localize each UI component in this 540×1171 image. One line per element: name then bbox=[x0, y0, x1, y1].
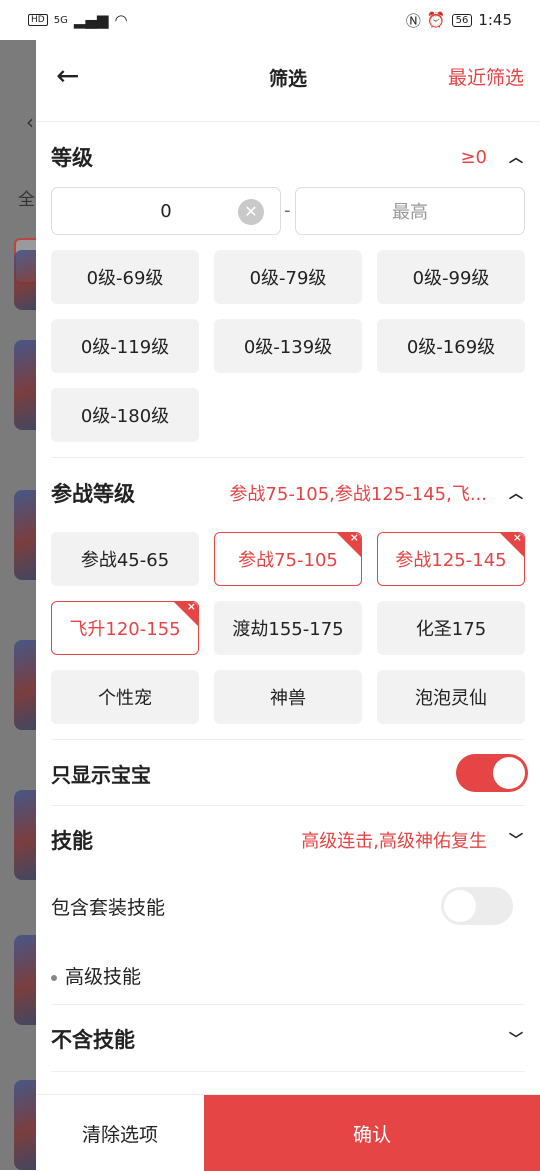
background-thumbnail bbox=[14, 340, 36, 430]
battle-level-chip[interactable]: 个性宠 bbox=[51, 670, 199, 724]
background-back-icon: ‹ bbox=[26, 110, 34, 134]
battle-level-title: 参战等级 bbox=[51, 482, 135, 506]
level-chip[interactable]: 0级-69级 bbox=[51, 250, 199, 304]
battle-level-chip[interactable]: 神兽 bbox=[214, 670, 362, 724]
bullet-icon bbox=[51, 974, 57, 981]
level-chip[interactable]: 0级-169级 bbox=[377, 319, 525, 373]
confirm-button[interactable]: 确认 bbox=[204, 1095, 540, 1171]
toggle-knob bbox=[493, 757, 525, 789]
divider bbox=[51, 739, 525, 740]
chip-label: 参战45-65 bbox=[80, 550, 170, 571]
remove-icon: × bbox=[186, 600, 196, 613]
signal-icon: ▂▄▆ bbox=[73, 11, 109, 29]
chevron-down-icon: ﹀ bbox=[509, 1032, 523, 1048]
range-separator: - bbox=[284, 200, 291, 221]
battle-level-chip[interactable]: 泡泡灵仙 bbox=[377, 670, 525, 724]
level-chip[interactable]: 0级-79级 bbox=[214, 250, 362, 304]
background-thumbnail bbox=[14, 1080, 36, 1170]
level-chip[interactable]: 0级-99级 bbox=[377, 250, 525, 304]
battle-level-section-header[interactable]: 参战等级 参战75-105,参战125-145,飞... ︿ bbox=[51, 476, 525, 510]
clear-options-button[interactable]: 清除选项 bbox=[36, 1095, 204, 1171]
advanced-skills-item[interactable]: 高级技能 bbox=[51, 962, 141, 989]
battle-level-chip-selected[interactable]: 参战75-105 × bbox=[214, 531, 362, 586]
alarm-icon: ⏰ bbox=[426, 11, 446, 29]
divider bbox=[51, 1071, 525, 1072]
battle-level-value: 参战75-105,参战125-145,飞... bbox=[229, 484, 487, 505]
clock: 1:45 bbox=[478, 11, 512, 29]
battle-level-chip-selected[interactable]: 飞升120-155 × bbox=[51, 600, 199, 655]
network-type: 5G bbox=[53, 14, 68, 26]
chip-label: 参战75-105 bbox=[238, 550, 338, 571]
wifi-icon: ◠ bbox=[114, 11, 128, 29]
background-thumbnail bbox=[14, 935, 36, 1025]
baby-only-toggle[interactable] bbox=[456, 754, 528, 792]
remove-icon: × bbox=[512, 531, 522, 544]
background-list: ‹ 全 bbox=[0, 40, 36, 1170]
background-thumbnail bbox=[14, 790, 36, 880]
level-max-input[interactable]: 最高 bbox=[295, 187, 525, 235]
chevron-down-icon: ﹀ bbox=[509, 833, 523, 849]
level-min-input[interactable]: 0 ✕ bbox=[51, 187, 281, 235]
battery-icon: 56 bbox=[451, 13, 473, 27]
level-chip[interactable]: 0级-180级 bbox=[51, 388, 199, 442]
chip-label: 飞升120-155 bbox=[69, 619, 181, 640]
filter-drawer: ← 筛选 最近筛选 等级 ≥0 ︿ 0 ✕ - 最高 0级-69级 0级-79级… bbox=[36, 40, 540, 1171]
background-thumbnail bbox=[14, 640, 36, 730]
background-thumbnail bbox=[14, 490, 36, 580]
chevron-up-icon: ︿ bbox=[509, 150, 523, 166]
level-section-header[interactable]: 等级 ≥0 ︿ bbox=[51, 140, 525, 174]
chip-label: 神兽 bbox=[270, 688, 306, 709]
include-set-skills-toggle[interactable] bbox=[441, 887, 513, 925]
skills-value: 高级连击,高级神佑复生 bbox=[301, 831, 487, 852]
hd-icon: HD bbox=[28, 14, 48, 26]
skills-title: 技能 bbox=[51, 829, 93, 853]
baby-only-label: 只显示宝宝 bbox=[51, 763, 151, 787]
battle-level-chip-selected[interactable]: 参战125-145 × bbox=[377, 531, 525, 586]
status-bar: HD 5G ▂▄▆ ◠ Ⓝ ⏰ 56 1:45 bbox=[0, 0, 540, 40]
divider bbox=[51, 457, 525, 458]
chip-label: 泡泡灵仙 bbox=[415, 688, 487, 709]
drawer-footer: 清除选项 确认 bbox=[36, 1094, 540, 1171]
divider bbox=[51, 805, 525, 806]
nfc-icon: Ⓝ bbox=[405, 11, 421, 30]
level-chip[interactable]: 0级-119级 bbox=[51, 319, 199, 373]
battle-level-chip[interactable]: 参战45-65 bbox=[51, 532, 199, 586]
clear-icon[interactable]: ✕ bbox=[238, 199, 264, 225]
chip-label: 化圣175 bbox=[415, 619, 487, 640]
level-max-placeholder: 最高 bbox=[392, 202, 428, 223]
drawer-header: ← 筛选 最近筛选 bbox=[36, 40, 540, 122]
chip-label: 参战125-145 bbox=[395, 550, 507, 571]
background-tab: 全 bbox=[18, 190, 35, 210]
battle-level-chip[interactable]: 渡劫155-175 bbox=[214, 601, 362, 655]
include-set-skills-label: 包含套装技能 bbox=[51, 897, 166, 919]
toggle-knob bbox=[444, 890, 476, 922]
chevron-up-icon: ︿ bbox=[509, 486, 523, 502]
exclude-skills-section-header[interactable]: 不含技能 ﹀ bbox=[51, 1022, 525, 1056]
level-min-value: 0 bbox=[160, 200, 172, 222]
level-chip[interactable]: 0级-139级 bbox=[214, 319, 362, 373]
exclude-skills-title: 不含技能 bbox=[51, 1028, 135, 1052]
battle-level-chip[interactable]: 化圣175 bbox=[377, 601, 525, 655]
chip-label: 个性宠 bbox=[98, 688, 152, 709]
background-thumbnail bbox=[14, 250, 36, 310]
recent-filter-button[interactable]: 最近筛选 bbox=[448, 63, 524, 90]
chip-label: 渡劫155-175 bbox=[232, 619, 344, 640]
skills-section-header[interactable]: 技能 高级连击,高级神佑复生 ﹀ bbox=[51, 823, 525, 857]
level-value: ≥0 bbox=[460, 146, 487, 168]
level-title: 等级 bbox=[51, 146, 93, 170]
remove-icon: × bbox=[349, 531, 359, 544]
divider bbox=[51, 1004, 525, 1005]
advanced-skills-label: 高级技能 bbox=[65, 966, 142, 988]
